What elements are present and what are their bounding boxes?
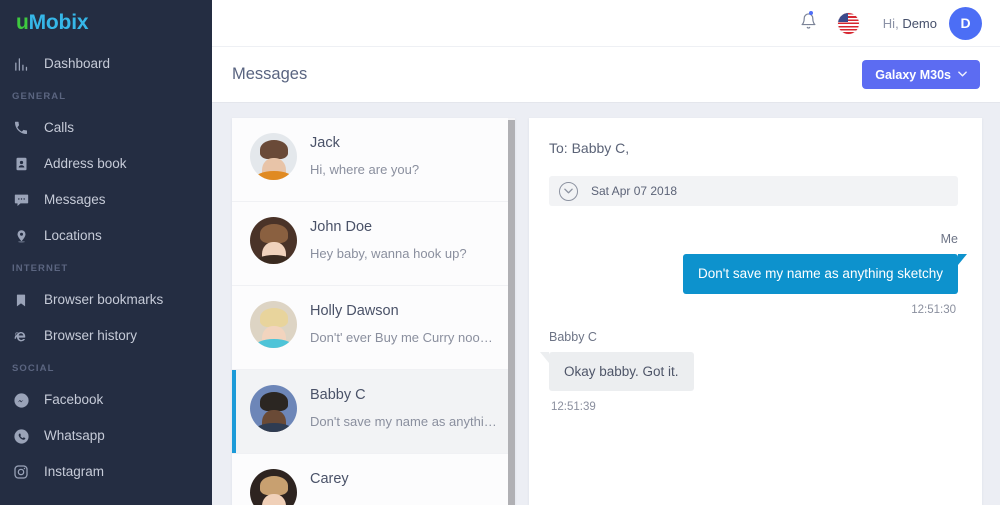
sidebar-item-browser-history[interactable]: Browser history	[0, 318, 212, 354]
sidebar-item-label: Address book	[44, 156, 127, 172]
flag-canton	[837, 12, 848, 22]
contact-avatar	[250, 469, 297, 505]
date-divider-label: Sat Apr 07 2018	[591, 184, 678, 198]
app-logo[interactable]: u Mobix	[0, 0, 212, 46]
sidebar-item-whatsapp[interactable]: Whatsapp	[0, 418, 212, 454]
sidebar-item-label: Browser bookmarks	[44, 292, 164, 308]
top-bar: Hi, Demo D	[212, 0, 1000, 46]
greeting-name: Demo	[902, 15, 937, 31]
message-timestamp: 12:51:30	[911, 303, 956, 316]
sidebar: u Mobix Dashboard GENERAL Calls Address book…	[0, 0, 212, 505]
notification-dot	[808, 11, 813, 15]
page-header: Messages Galaxy M30s	[212, 46, 1000, 102]
conversation-list-scroll: Jack Hi, where are you? John Doe Hey baby, …	[232, 118, 515, 505]
scrollbar-thumb[interactable]	[508, 120, 515, 505]
bell-icon	[800, 12, 817, 35]
contact-snippet: Hi, where are you?	[310, 162, 420, 177]
contact-snippet: Don't save my name as anything…	[310, 414, 499, 429]
main-area: Hi, Demo D Messages Galaxy M30s Jack Hi, …	[212, 0, 1000, 505]
contact-text: John Doe Hey baby, wanna hook up?	[310, 217, 499, 261]
sidebar-item-label: Whatsapp	[44, 428, 105, 444]
contact-name: John Doe	[310, 219, 373, 235]
message-group-in: Babby C Okay babby. Got it. 12:51:39	[540, 329, 958, 414]
device-selector-label: Galaxy M30s	[875, 67, 951, 82]
contact-avatar	[250, 217, 297, 264]
sidebar-section-label-internet: INTERNET	[12, 262, 69, 274]
sidebar-item-calls[interactable]: Calls	[0, 110, 212, 146]
sidebar-item-label: Dashboard	[44, 56, 111, 72]
logo-mobix: Mobix	[28, 11, 89, 34]
contact-avatar	[250, 301, 297, 348]
message-thread: To: Babby C, Sat Apr 07 2018 Me Don't sav…	[529, 118, 982, 505]
user-avatar[interactable]: D	[949, 6, 982, 40]
chevron-down-icon	[958, 69, 967, 80]
sidebar-item-address-book[interactable]: Address book	[0, 146, 212, 182]
logo-u: u	[16, 11, 29, 34]
sidebar-item-label: Messages	[44, 192, 106, 208]
content-area: Jack Hi, where are you? John Doe Hey baby, …	[212, 102, 1000, 505]
sidebar-section-label-social: SOCIAL	[12, 362, 55, 374]
sidebar-nav: Dashboard GENERAL Calls Address book Message…	[0, 46, 212, 490]
contact-snippet: Hey baby, wanna hook up?	[310, 246, 467, 261]
sidebar-item-label: Browser history	[44, 328, 138, 344]
internet-explorer-icon	[12, 327, 30, 345]
contact-name: Holly Dawson	[310, 303, 399, 319]
message-group-out: Me Don't save my name as anything sketchy…	[549, 232, 967, 316]
conversation-list-item[interactable]: John Doe Hey baby, wanna hook up?	[232, 202, 515, 286]
page-title: Messages	[232, 65, 308, 83]
contact-text: Babby C Don't save my name as anything…	[310, 385, 499, 429]
sidebar-item-locations[interactable]: Locations	[0, 218, 212, 254]
message-author: Babby C	[549, 329, 597, 344]
conversation-list-scrollbar[interactable]	[508, 118, 515, 505]
message-timestamp: 12:51:39	[551, 401, 596, 414]
chat-bubble-icon	[12, 191, 30, 209]
facebook-messenger-icon	[12, 391, 30, 409]
notifications-button[interactable]	[792, 6, 826, 40]
date-divider[interactable]: Sat Apr 07 2018	[549, 176, 958, 206]
contact-avatar	[250, 133, 297, 180]
message-author: Me	[940, 232, 958, 246]
bookmark-icon	[12, 291, 30, 309]
app-root: u Mobix Dashboard GENERAL Calls Address book…	[0, 0, 1000, 505]
thread-recipient: To: Babby C,	[549, 140, 630, 156]
sidebar-item-label: Locations	[44, 228, 102, 244]
sidebar-item-browser-bookmarks[interactable]: Browser bookmarks	[0, 282, 212, 318]
sidebar-item-label: Instagram	[44, 464, 105, 480]
contact-name: Jack	[310, 135, 340, 151]
sidebar-item-label: Calls	[44, 120, 75, 136]
location-pin-icon	[12, 227, 30, 245]
greeting-prefix: Hi,	[882, 15, 899, 31]
chart-bar-icon	[12, 55, 30, 73]
conversation-list-item[interactable]: Carey	[232, 454, 515, 505]
sidebar-item-dashboard[interactable]: Dashboard	[0, 46, 212, 82]
conversation-list-item[interactable]: Jack Hi, where are you?	[232, 118, 515, 202]
chevron-down-circle-icon	[559, 181, 578, 201]
sidebar-item-messages[interactable]: Messages	[0, 182, 212, 218]
conversation-list-item[interactable]: Babby C Don't save my name as anything…	[232, 370, 515, 454]
us-flag-icon[interactable]	[837, 12, 859, 34]
contact-name: Babby C	[310, 387, 366, 403]
sidebar-section-label-general: GENERAL	[12, 90, 67, 102]
contact-snippet: Don't' ever Buy me Curry noodle…	[310, 330, 499, 345]
sidebar-item-instagram[interactable]: Instagram	[0, 454, 212, 490]
address-book-icon	[12, 155, 30, 173]
phone-icon	[12, 119, 30, 137]
device-selector-button[interactable]: Galaxy M30s	[862, 60, 980, 89]
message-bubble[interactable]: Don't save my name as anything sketchy	[683, 254, 967, 294]
message-list: Me Don't save my name as anything sketchy…	[540, 232, 967, 414]
contact-text: Holly Dawson Don't' ever Buy me Curry noo…	[310, 301, 499, 345]
user-greeting: Hi, Demo	[883, 16, 937, 31]
conversation-list-item[interactable]: Holly Dawson Don't' ever Buy me Curry noo…	[232, 286, 515, 370]
instagram-icon	[12, 463, 30, 481]
whatsapp-icon	[12, 427, 30, 445]
sidebar-item-facebook[interactable]: Facebook	[0, 382, 212, 418]
conversation-list: Jack Hi, where are you? John Doe Hey baby, …	[232, 118, 515, 505]
contact-text: Carey	[310, 469, 499, 498]
sidebar-item-label: Facebook	[44, 392, 104, 408]
contact-avatar	[250, 385, 297, 432]
message-bubble[interactable]: Okay babby. Got it.	[540, 351, 694, 392]
contact-text: Jack Hi, where are you?	[310, 133, 499, 177]
contact-name: Carey	[310, 471, 349, 487]
